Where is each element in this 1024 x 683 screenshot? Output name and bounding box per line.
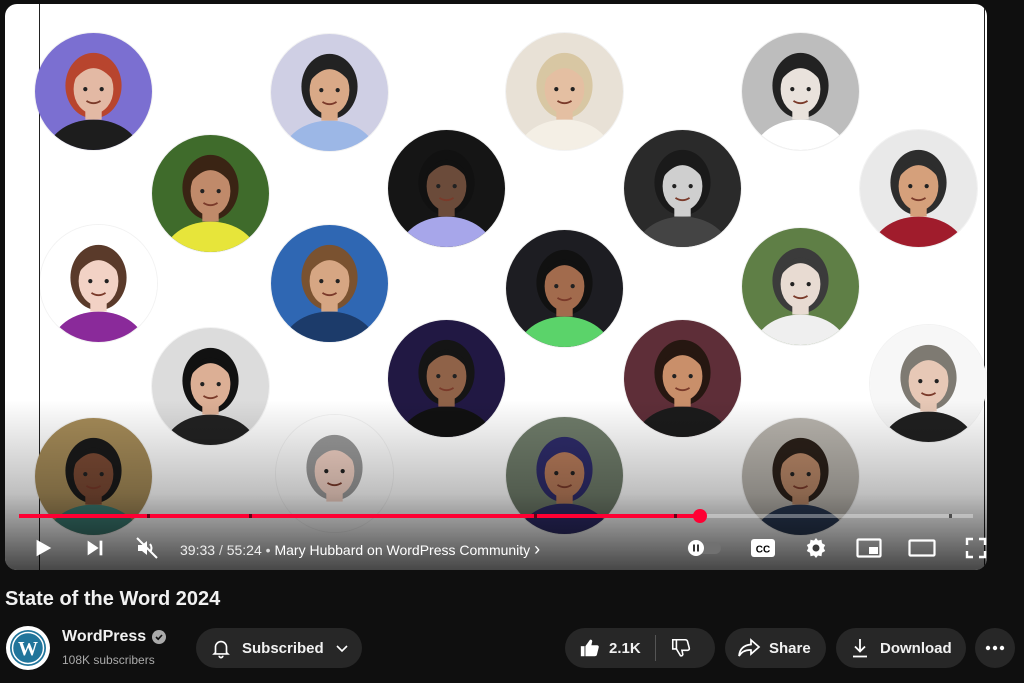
portrait-avatar (870, 325, 987, 442)
autoplay-toggle-icon (687, 540, 721, 556)
mute-button[interactable] (129, 528, 165, 568)
gear-icon (806, 538, 826, 558)
share-button[interactable]: Share (725, 628, 826, 668)
download-button[interactable]: Download (836, 628, 966, 668)
portrait-avatar (860, 130, 977, 247)
portrait-avatar (271, 225, 388, 342)
theater-mode-icon (908, 539, 936, 557)
next-button[interactable] (77, 528, 113, 568)
dislike-button[interactable] (670, 637, 692, 659)
like-button[interactable]: 2.1K (579, 637, 641, 659)
channel-avatar[interactable]: W (6, 626, 50, 670)
portrait-avatar (742, 228, 859, 345)
portrait-avatar (152, 135, 269, 252)
muted-volume-icon (136, 537, 158, 559)
like-dislike-group: 2.1K (565, 628, 715, 668)
video-player[interactable]: 39:33 / 55:24 • Mary Hubbard on WordPres… (5, 4, 987, 570)
portrait-avatar (624, 320, 741, 437)
chapter-marker (674, 514, 677, 518)
portrait-avatar (40, 225, 157, 342)
chapter-marker (949, 514, 952, 518)
share-label: Share (769, 639, 811, 657)
portrait-avatar (271, 34, 388, 151)
video-title: State of the Word 2024 (5, 588, 221, 610)
chapter-marker (147, 514, 150, 518)
thumbs-down-icon (671, 638, 690, 657)
download-label: Download (880, 639, 952, 657)
time-separator: / (218, 542, 223, 558)
portrait-avatar (506, 230, 623, 347)
thumbs-up-icon (580, 639, 599, 657)
portrait-avatar (35, 33, 152, 150)
progress-scrubber-handle[interactable] (693, 509, 708, 523)
time-display: 39:33 / 55:24 • Mary Hubbard on WordPres… (180, 539, 540, 560)
fullscreen-button[interactable] (958, 528, 987, 568)
chapter-marker (534, 514, 537, 518)
video-frame-edge (984, 4, 985, 570)
progress-played (19, 514, 701, 518)
portrait-avatar (388, 320, 505, 437)
more-actions-button[interactable] (975, 628, 1015, 668)
player-controls: 39:33 / 55:24 • Mary Hubbard on WordPres… (5, 528, 987, 568)
portrait-avatar (152, 328, 269, 445)
settings-button[interactable] (798, 528, 834, 568)
progress-bar[interactable] (19, 509, 973, 523)
theater-mode-button[interactable] (904, 528, 940, 568)
verified-badge-icon (152, 630, 167, 644)
portrait-avatar (742, 33, 859, 150)
subscribe-label: Subscribed (242, 639, 324, 657)
chapter-chevron-icon: › (534, 539, 541, 559)
download-icon (853, 639, 867, 658)
miniplayer-button[interactable] (851, 528, 887, 568)
chapter-title[interactable]: Mary Hubbard on WordPress Community › (274, 539, 541, 559)
subscribe-button[interactable]: Subscribed (196, 628, 362, 668)
more-horizontal-icon (985, 645, 1005, 651)
chapter-title-text: Mary Hubbard on WordPress Community (274, 542, 531, 558)
current-time: 39:33 (180, 542, 216, 558)
wordpress-logo-icon: W (10, 630, 46, 666)
next-icon (87, 540, 103, 556)
play-button[interactable] (25, 528, 61, 568)
logo-letter: W (18, 638, 38, 660)
cc-label: CC (756, 545, 770, 556)
like-count: 2.1K (609, 639, 641, 657)
bell-icon (212, 640, 230, 659)
chapter-bullet: • (265, 542, 271, 558)
subscriber-count: 108K subscribers (62, 653, 155, 667)
chevron-down-icon (336, 645, 348, 653)
autoplay-toggle[interactable] (683, 528, 727, 568)
duration: 55:24 (226, 542, 262, 558)
like-divider (654, 635, 656, 661)
channel-name-text: WordPress (62, 628, 147, 645)
chapter-marker (249, 514, 252, 518)
portrait-avatar (624, 130, 741, 247)
portrait-avatar (388, 130, 505, 247)
play-icon (36, 539, 52, 557)
captions-icon: CC (751, 539, 775, 557)
miniplayer-icon (856, 538, 882, 558)
fullscreen-icon (965, 537, 987, 559)
channel-name[interactable]: WordPress (62, 628, 167, 646)
captions-button[interactable]: CC (745, 528, 781, 568)
share-icon (738, 638, 761, 657)
portrait-avatar (506, 33, 623, 150)
